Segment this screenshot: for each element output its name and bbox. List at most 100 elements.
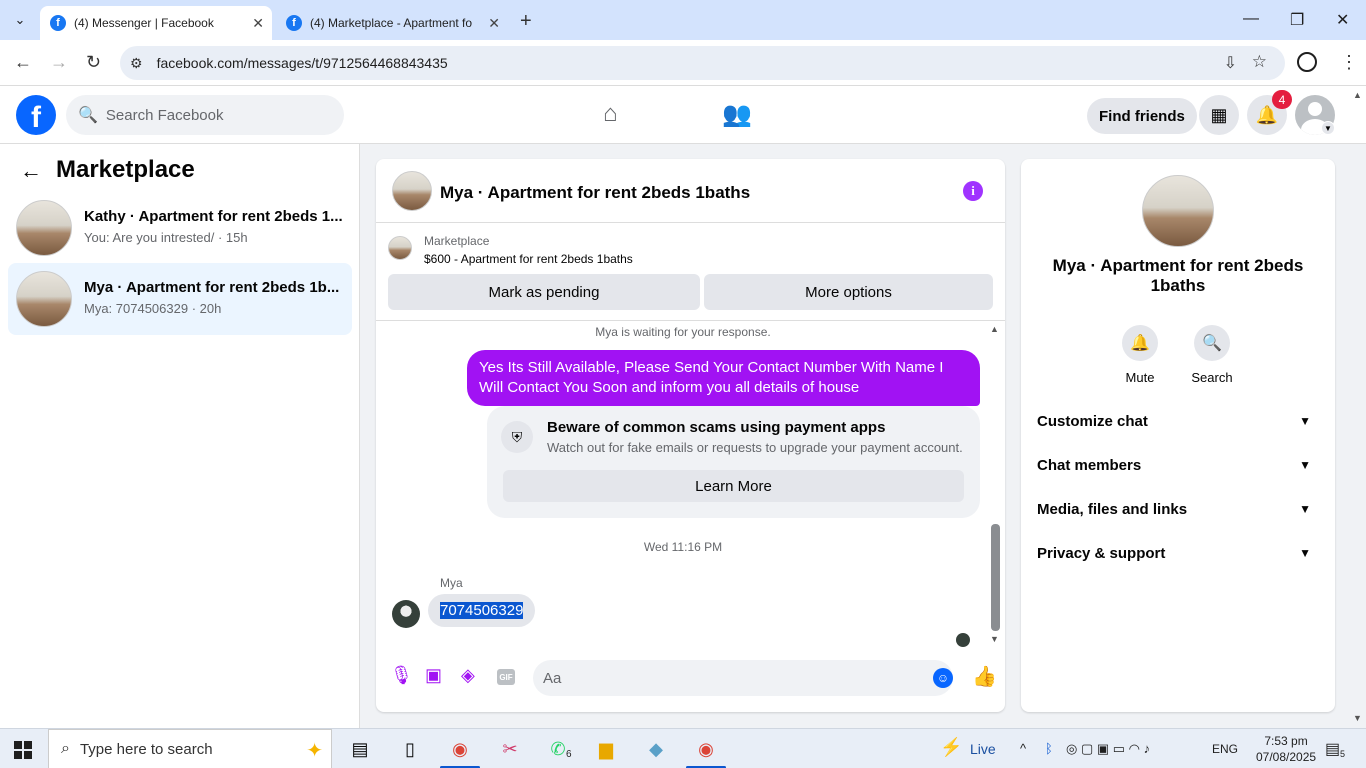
- thread-item-mya[interactable]: Mya · Apartment for rent 2beds 1b... Mya…: [8, 263, 352, 335]
- back-arrow-icon[interactable]: ←: [20, 158, 42, 184]
- windows-start-icon[interactable]: [14, 741, 32, 759]
- back-icon[interactable]: ←: [14, 52, 32, 73]
- home-icon[interactable]: ⌂: [603, 100, 618, 128]
- notification-count: 5: [1340, 749, 1346, 759]
- listing-description[interactable]: $600 - Apartment for rent 2beds 1baths: [424, 252, 633, 266]
- scam-warning-title: Beware of common scams using payment app…: [547, 419, 886, 436]
- section-media-files-links[interactable]: Media, files and links ▼: [1037, 494, 1319, 524]
- new-tab-button[interactable]: +: [520, 10, 532, 33]
- message-timestamp: Wed 11:16 PM: [643, 540, 723, 554]
- account-chevron-down-icon[interactable]: ▼: [1321, 121, 1335, 135]
- search-conversation-button[interactable]: 🔍 Search: [1182, 325, 1242, 385]
- clock[interactable]: 7:53 pm 07/08/2025: [1256, 733, 1316, 765]
- page-scroll-down-icon[interactable]: ▼: [1353, 713, 1362, 723]
- sticker-icon[interactable]: ◈: [461, 665, 475, 686]
- message-list[interactable]: Mya is waiting for your response. Yes It…: [376, 322, 1005, 649]
- browser-profile-icon[interactable]: [1297, 52, 1317, 72]
- mark-as-pending-button[interactable]: Mark as pending: [388, 274, 700, 310]
- live-label[interactable]: Live: [970, 741, 996, 757]
- restore-icon[interactable]: ❐: [1290, 10, 1304, 30]
- chevron-down-icon: ▼: [1299, 502, 1311, 516]
- more-options-button[interactable]: More options: [704, 274, 993, 310]
- section-customize-chat[interactable]: Customize chat ▼: [1037, 406, 1319, 436]
- url-text: facebook.com/messages/t/9712564468843435: [156, 55, 448, 71]
- waiting-notice: Mya is waiting for your response.: [595, 325, 771, 339]
- tray-icons[interactable]: ◎ ▢ ▣ ▭ ◠ ♪: [1066, 741, 1150, 757]
- address-bar-row: ← → ↻ ⚙ facebook.com/messages/t/97125644…: [0, 40, 1366, 86]
- shield-icon: ⛨: [501, 421, 533, 453]
- sidebar-title: Marketplace: [56, 156, 195, 183]
- info-icon[interactable]: i: [963, 181, 983, 201]
- task-view-icon[interactable]: ▤: [348, 737, 372, 761]
- chat-thumbnail[interactable]: [392, 171, 432, 211]
- selected-text[interactable]: 7074506329: [440, 602, 524, 619]
- gif-icon[interactable]: GIF: [497, 669, 515, 685]
- notification-badge: 4: [1272, 90, 1292, 109]
- url-field[interactable]: ⚙ facebook.com/messages/t/97125644688434…: [120, 46, 1285, 80]
- app-icon[interactable]: ◆: [644, 737, 668, 761]
- message-scrollbar[interactable]: [991, 524, 1000, 631]
- chevron-down-icon: ▼: [1299, 458, 1311, 472]
- thumbs-up-icon[interactable]: 👍: [972, 664, 997, 689]
- chrome-icon[interactable]: ◉: [448, 737, 472, 761]
- clock-date: 07/08/2025: [1256, 750, 1317, 764]
- thread-item-kathy[interactable]: Kathy · Apartment for rent 2beds 1... Yo…: [8, 192, 352, 264]
- facebook-search-input[interactable]: [105, 106, 326, 124]
- scroll-down-arrow-icon[interactable]: ▼: [990, 634, 999, 644]
- mute-button[interactable]: 🔔 Mute: [1110, 325, 1170, 385]
- friends-icon[interactable]: 👥: [722, 100, 752, 129]
- details-thumbnail[interactable]: [1142, 175, 1214, 247]
- tab-close-icon[interactable]: ✕: [488, 15, 500, 32]
- chrome-profile-icon[interactable]: ◉: [694, 737, 718, 761]
- install-app-icon[interactable]: ⇩: [1224, 53, 1237, 73]
- tab-close-icon[interactable]: ✕: [252, 15, 264, 32]
- sender-avatar[interactable]: [392, 600, 420, 628]
- tab-search-button[interactable]: ⌄: [8, 8, 32, 32]
- tab-messenger[interactable]: f (4) Messenger | Facebook ✕: [40, 6, 272, 40]
- search-icon: 🔍: [78, 107, 98, 124]
- chevron-up-icon[interactable]: ^: [1020, 741, 1026, 756]
- photo-icon[interactable]: ▣: [425, 665, 442, 686]
- reload-icon[interactable]: ↻: [86, 52, 101, 73]
- menu-grid-icon[interactable]: ▦: [1199, 95, 1239, 135]
- language-indicator[interactable]: ENG: [1212, 742, 1238, 756]
- cricket-live-icon[interactable]: ⚡: [940, 737, 962, 758]
- section-chat-members[interactable]: Chat members ▼: [1037, 450, 1319, 480]
- thread-thumbnail: [16, 200, 72, 256]
- bluetooth-icon[interactable]: ᛒ: [1045, 741, 1053, 756]
- minimize-icon[interactable]: —: [1243, 10, 1259, 28]
- section-label: Media, files and links: [1037, 500, 1188, 518]
- bookmark-star-icon[interactable]: ☆: [1252, 52, 1267, 72]
- emoji-icon[interactable]: ☺: [933, 668, 953, 688]
- learn-more-button[interactable]: Learn More: [503, 470, 964, 502]
- marketplace-sidebar: ← Marketplace Kathy · Apartment for rent…: [0, 144, 360, 728]
- browser-menu-icon[interactable]: ⋮: [1340, 52, 1358, 73]
- microphone-icon[interactable]: 🎙: [390, 665, 413, 686]
- whatsapp-badge: 6: [566, 749, 572, 760]
- taskbar-search[interactable]: ⌕ Type here to search ✦: [48, 729, 332, 768]
- find-friends-button[interactable]: Find friends: [1087, 98, 1197, 134]
- tab-marketplace[interactable]: f (4) Marketplace - Apartment fo ✕: [276, 6, 508, 40]
- facebook-search[interactable]: 🔍: [66, 95, 344, 135]
- page-scroll-up-icon[interactable]: ▲: [1353, 90, 1362, 100]
- details-name: Mya · Apartment for rent 2beds 1baths: [1052, 256, 1304, 295]
- scroll-up-arrow-icon[interactable]: ▲: [990, 324, 999, 334]
- file-explorer-icon[interactable]: ▆: [594, 737, 618, 761]
- section-privacy-support[interactable]: Privacy & support ▼: [1037, 538, 1319, 568]
- sparkle-icon: ✦: [306, 740, 323, 762]
- incoming-message[interactable]: 7074506329: [428, 594, 536, 627]
- close-window-icon[interactable]: ✕: [1336, 10, 1349, 30]
- notification-center-icon[interactable]: ▤: [1325, 739, 1340, 759]
- file-icon[interactable]: ▯: [398, 737, 422, 761]
- outgoing-message[interactable]: Yes Its Still Available, Please Send You…: [467, 350, 980, 406]
- listing-thumbnail[interactable]: [388, 236, 412, 260]
- message-input[interactable]: [533, 660, 953, 696]
- snipping-tool-icon[interactable]: ✂: [498, 737, 522, 761]
- chat-title[interactable]: Mya · Apartment for rent 2beds 1baths: [440, 183, 750, 203]
- facebook-logo-icon[interactable]: f: [16, 95, 56, 135]
- scam-warning-card: ⛨ Beware of common scams using payment a…: [487, 406, 980, 518]
- tab-title: (4) Messenger | Facebook: [74, 16, 214, 30]
- site-settings-icon[interactable]: ⚙: [130, 55, 143, 72]
- listing-banner: Marketplace $600 - Apartment for rent 2b…: [376, 223, 1005, 321]
- forward-icon[interactable]: →: [50, 52, 68, 73]
